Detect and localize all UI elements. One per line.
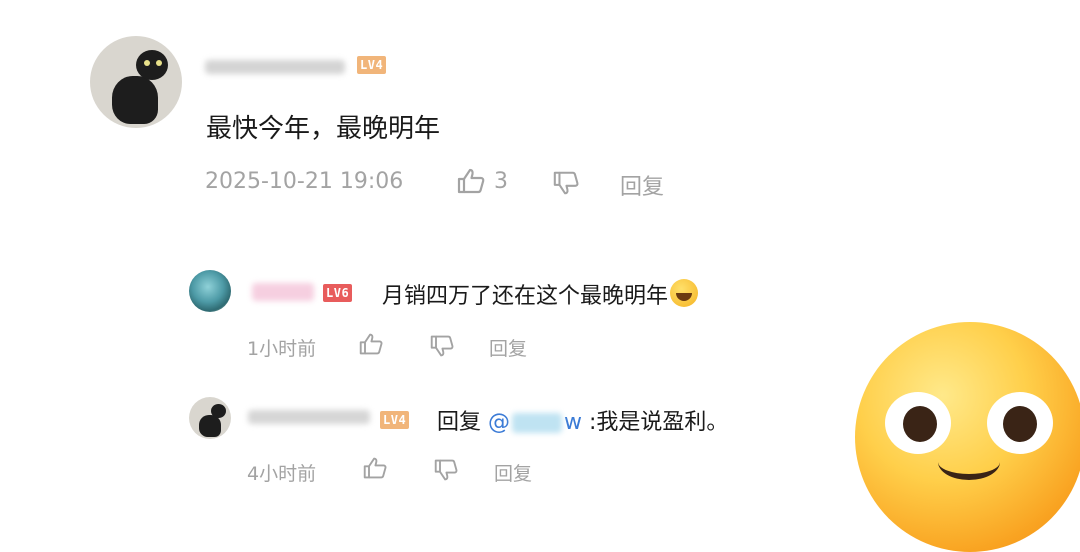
reply-button[interactable]: 回复 [489, 334, 527, 361]
reply-time: 1小时前 [247, 338, 317, 360]
level-badge: LV4 [357, 56, 387, 74]
mention-name-blur [512, 413, 563, 433]
thumbs-up-icon[interactable] [358, 332, 384, 356]
reply-text-content: 月销四万了还在这个最晚明年 [382, 284, 669, 309]
thumbs-up-icon[interactable] [362, 456, 388, 480]
level-badge: LV6 [323, 284, 353, 302]
level-badge: LV4 [380, 411, 410, 429]
reply-avatar[interactable] [189, 270, 231, 312]
thumbs-down-icon[interactable] [433, 458, 459, 482]
like-count: 3 [494, 169, 508, 194]
commenter-avatar[interactable] [90, 36, 182, 128]
reply-username[interactable] [248, 410, 370, 424]
thumbs-down-icon[interactable] [552, 169, 580, 197]
reply-time: 4小时前 [247, 463, 317, 485]
reply-text: 回复 @ w :我是说盈利。 [437, 404, 728, 436]
reply-text-content: :我是说盈利。 [589, 410, 729, 435]
reply-username[interactable] [252, 283, 314, 301]
reply-prefix: 回复 [437, 410, 482, 435]
reply-button[interactable]: 回复 [620, 169, 664, 201]
comment-text: 最快今年，最晚明年 [206, 114, 441, 144]
tears-of-joy-emoji [670, 279, 699, 307]
mention-tail: w [564, 410, 583, 435]
mention-link[interactable]: @ w [488, 410, 582, 435]
comment-timestamp: 2025-10-21 19:06 [205, 169, 404, 194]
thumbs-up-icon[interactable] [456, 167, 486, 195]
reply-text: 月销四万了还在这个最晚明年 [382, 278, 699, 310]
mention-at: @ [488, 410, 511, 435]
smiling-face-sticker [855, 322, 1080, 552]
commenter-username[interactable] [205, 60, 345, 74]
reply-button[interactable]: 回复 [494, 459, 532, 486]
reply-avatar[interactable] [189, 397, 231, 439]
thumbs-down-icon[interactable] [429, 334, 455, 358]
